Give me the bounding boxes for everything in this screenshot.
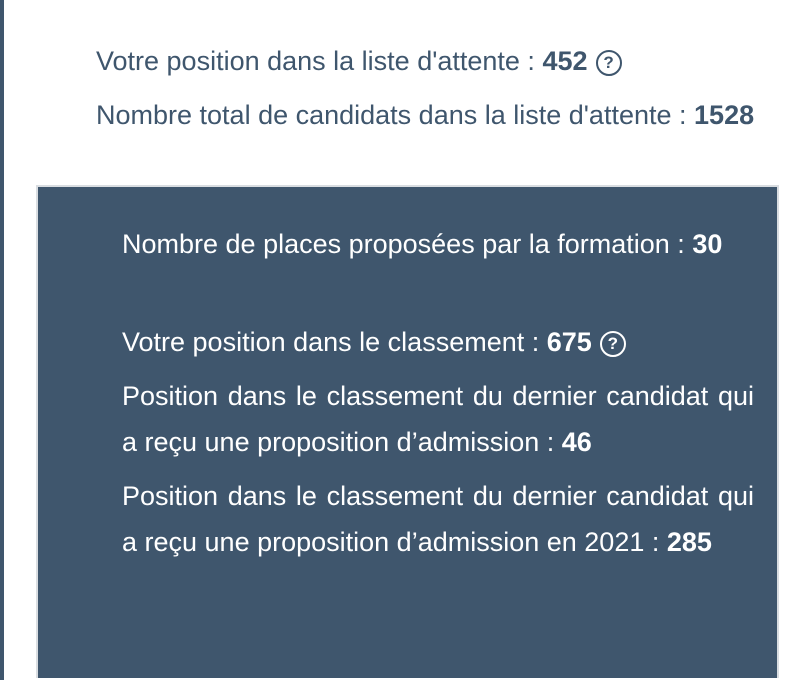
ranking-position-label: Votre position dans le classement :: [122, 327, 540, 357]
waitlist-position-value: 452: [542, 46, 588, 76]
waitlist-position-row: Votre position dans la liste d'attente :…: [96, 38, 778, 84]
last-admitted-label: Position dans le classement du dernier c…: [122, 381, 754, 457]
waitlist-total-value: 1528: [694, 100, 755, 130]
last-admitted-prev-row: Position dans le classement du dernier c…: [122, 473, 754, 565]
last-admitted-prev-label: Position dans le classement du dernier c…: [122, 481, 754, 557]
waitlist-total-row: Nombre total de candidats dans la liste …: [96, 92, 778, 138]
panel-spacer: [122, 267, 754, 319]
places-label: Nombre de places proposées par la format…: [122, 229, 685, 259]
help-icon[interactable]: ?: [599, 331, 626, 357]
waitlist-total-label: Nombre total de candidats dans la liste …: [96, 100, 687, 130]
ranking-position-row: Votre position dans le classement : 675?: [122, 319, 754, 365]
help-icon[interactable]: ?: [595, 50, 622, 76]
last-admitted-value: 46: [561, 427, 592, 457]
last-admitted-row: Position dans le classement du dernier c…: [122, 373, 754, 465]
ranking-panel-content: Nombre de places proposées par la format…: [122, 221, 754, 565]
places-value: 30: [692, 229, 723, 259]
places-row: Nombre de places proposées par la format…: [122, 221, 754, 267]
last-admitted-prev-value: 285: [666, 527, 712, 557]
ranking-position-value: 675: [546, 327, 592, 357]
ranking-panel: Nombre de places proposées par la format…: [36, 185, 779, 678]
left-accent-rule: [0, 0, 4, 680]
waitlist-position-label: Votre position dans la liste d'attente :: [96, 46, 535, 76]
waitlist-section: Votre position dans la liste d'attente :…: [96, 38, 778, 138]
